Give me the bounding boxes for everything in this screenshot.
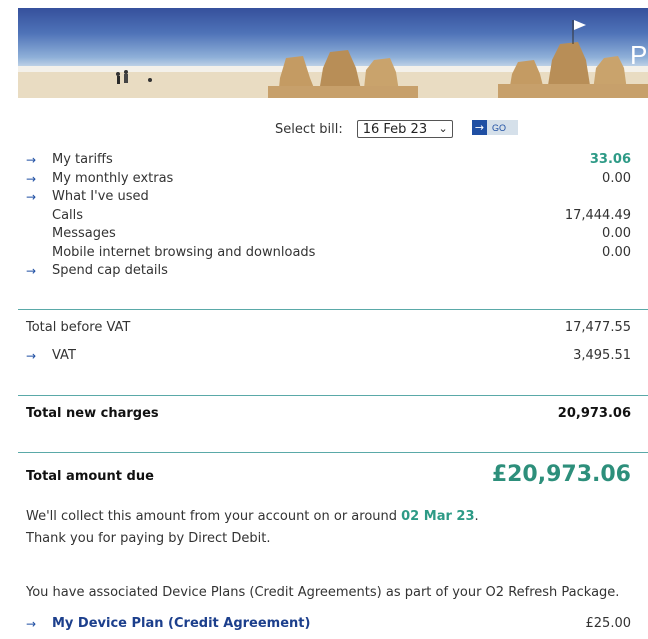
total-amount-due-label: Total amount due [26,469,154,484]
arrow-right-icon: → [472,120,487,135]
charge-value: 0.00 [602,226,631,241]
total-new-charges-value: 20,973.06 [557,406,631,421]
vat-row[interactable]: → VAT 3,495.51 [26,347,631,365]
device-plan-link[interactable]: My Device Plan (Credit Agreement) [52,615,310,633]
total-before-vat-row: Total before VAT 17,477.55 [26,319,631,337]
arrow-right-icon: → [26,153,37,167]
charge-label: Messages [52,226,116,241]
charge-label[interactable]: My monthly extras [52,170,173,188]
direct-debit-thanks: Thank you for paying by Direct Debit. [26,531,271,546]
total-before-vat-label: Total before VAT [26,320,131,335]
bill-date-select[interactable]: 16 Feb 23 ⌄ [356,120,453,138]
total-before-vat-value: 17,477.55 [564,320,631,335]
select-bill-label: Select bill: [275,121,343,137]
arrow-right-icon: → [26,190,37,204]
charge-label[interactable]: My tariffs [52,151,113,169]
charge-label: Calls [52,207,84,223]
charge-row: Messages 0.00 [26,225,631,243]
device-plan-row[interactable]: → My Device Plan (Credit Agreement) £25.… [26,615,631,633]
vat-label[interactable]: VAT [52,347,76,365]
divider [18,395,648,396]
total-amount-due-value: £20,973.06 [491,462,631,487]
banner-logo-text: P [630,40,648,70]
charge-value: 0.00 [602,170,631,186]
charge-value: 33.06 [589,152,631,167]
vat-value: 3,495.51 [573,348,631,363]
total-new-charges-label: Total new charges [26,406,159,421]
charge-label[interactable]: What I've used [52,188,149,206]
charge-row[interactable]: → My tariffs 33.06 [26,151,631,169]
arrow-right-icon: → [26,349,37,363]
arrow-right-icon: → [26,617,37,631]
go-button[interactable]: → GO [472,120,518,135]
collection-text-end: . [474,509,479,524]
charge-label[interactable]: Spend cap details [52,262,168,280]
header-banner: P [18,8,648,98]
beach-sandcastle-image [18,20,648,98]
charge-row: Mobile internet browsing and downloads 0.… [26,244,631,262]
total-new-charges-row: Total new charges 20,973.06 [26,405,631,423]
selected-bill-date: 16 Feb 23 [362,121,428,137]
charge-row[interactable]: → What I've used [26,188,631,206]
divider [18,452,648,453]
device-plans-notice: You have associated Device Plans (Credit… [26,585,620,600]
charge-row: Calls 17,444.49 [26,207,631,225]
chevron-down-icon: ⌄ [438,122,448,135]
collection-notice: We'll collect this amount from your acco… [26,509,479,524]
charge-label: Mobile internet browsing and downloads [52,244,316,260]
arrow-right-icon: → [26,171,37,186]
charge-value: 0.00 [602,244,631,260]
divider [18,309,648,310]
go-label: GO [492,122,507,133]
charge-row[interactable]: → Spend cap details [26,262,631,280]
collection-date: 02 Mar 23 [401,509,475,524]
collection-text: We'll collect this amount from your acco… [26,509,402,524]
bill-selector: Select bill: 16 Feb 23 ⌄ [275,119,453,139]
charge-value: 17,444.49 [564,207,631,223]
arrow-right-icon: → [26,264,37,278]
charge-row[interactable]: → My monthly extras 0.00 [26,170,631,188]
device-plan-value: £25.00 [585,616,632,631]
